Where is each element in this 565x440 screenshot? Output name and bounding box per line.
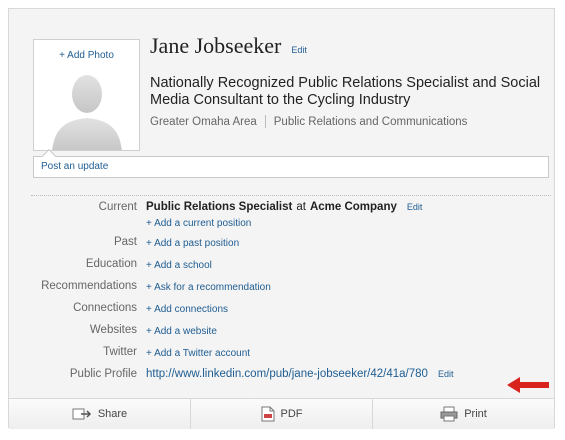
- share-label: Share: [97, 408, 128, 420]
- twitter-row: Twitter + Add a Twitter account: [9, 346, 556, 364]
- add-current-row: + Add a current position: [9, 218, 556, 236]
- add-connections-link[interactable]: + Add connections: [146, 304, 228, 315]
- pdf-button[interactable]: PDF: [191, 399, 373, 429]
- profile-headline: Nationally Recognized Public Relations S…: [150, 75, 541, 108]
- current-label: Current: [98, 201, 137, 213]
- red-arrow-icon: [507, 377, 549, 393]
- pdf-icon: [261, 406, 274, 422]
- public-profile-row: Public Profile http://www.linkedin.com/p…: [9, 368, 556, 386]
- add-photo-link[interactable]: + Add Photo: [34, 50, 139, 61]
- print-button[interactable]: Print: [373, 399, 554, 429]
- current-position: Public Relations Specialist at Acme Comp…: [146, 201, 422, 213]
- connections-label: Connections: [73, 302, 137, 314]
- printer-icon: [440, 406, 458, 422]
- action-bar: Share PDF Print: [9, 398, 554, 429]
- websites-label: Websites: [89, 324, 137, 336]
- add-past-position-link[interactable]: + Add a past position: [146, 238, 239, 249]
- add-school-link[interactable]: + Add a school: [146, 260, 212, 271]
- connections-row: Connections + Add connections: [9, 302, 556, 320]
- profile-meta: Greater Omaha Area Public Relations and …: [150, 115, 467, 128]
- edit-name-link[interactable]: Edit: [291, 45, 307, 55]
- edit-current-link[interactable]: Edit: [407, 202, 423, 212]
- divider: [31, 195, 551, 196]
- public-profile-label: Public Profile: [69, 368, 137, 380]
- recommendations-label: Recommendations: [41, 280, 137, 292]
- past-label: Past: [113, 236, 137, 248]
- industry: Public Relations and Communications: [273, 115, 468, 128]
- education-row: Education + Add a school: [9, 258, 556, 276]
- public-profile-url[interactable]: http://www.linkedin.com/pub/jane-jobseek…: [146, 368, 428, 380]
- current-title: Public Relations Specialist: [146, 201, 293, 213]
- past-row: Past + Add a past position: [9, 236, 556, 254]
- pdf-label: PDF: [280, 408, 303, 420]
- twitter-label: Twitter: [103, 346, 137, 358]
- profile-photo[interactable]: + Add Photo: [33, 39, 140, 151]
- education-label: Education: [85, 258, 137, 270]
- location: Greater Omaha Area: [150, 115, 257, 128]
- current-company: Acme Company: [309, 201, 397, 213]
- print-label: Print: [464, 408, 487, 420]
- profile-card: + Add Photo Jane Jobseeker Edit National…: [8, 8, 556, 429]
- name-row: Jane Jobseeker Edit: [150, 33, 307, 59]
- meta-separator: [264, 115, 266, 128]
- recommendations-row: Recommendations + Ask for a recommendati…: [9, 280, 556, 298]
- add-current-position-link[interactable]: + Add a current position: [146, 218, 251, 229]
- share-button[interactable]: Share: [9, 399, 191, 429]
- edit-public-profile-link[interactable]: Edit: [438, 369, 454, 379]
- websites-row: Websites + Add a website: [9, 324, 556, 342]
- add-twitter-link[interactable]: + Add a Twitter account: [146, 348, 250, 359]
- person-silhouette-icon: [52, 75, 122, 150]
- current-at: at: [296, 201, 306, 213]
- public-profile-value: http://www.linkedin.com/pub/jane-jobseek…: [146, 368, 453, 380]
- current-row: Current Public Relations Specialist at A…: [9, 201, 556, 219]
- profile-name: Jane Jobseeker: [150, 33, 282, 58]
- add-website-link[interactable]: + Add a website: [146, 326, 217, 337]
- post-update-box[interactable]: Post an update: [33, 156, 549, 178]
- post-update-label: Post an update: [41, 161, 109, 172]
- share-icon: [72, 408, 91, 420]
- ask-recommendation-link[interactable]: + Ask for a recommendation: [146, 282, 271, 293]
